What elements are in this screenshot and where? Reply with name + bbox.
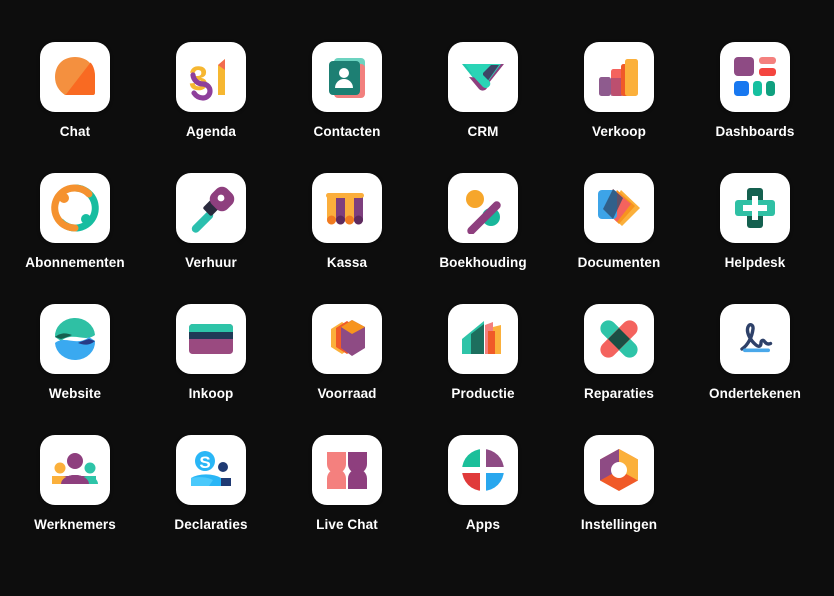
app-label-kassa: Kassa	[326, 255, 368, 270]
app-item-inkoop[interactable]: Inkoop	[143, 304, 279, 435]
sign-signature-icon[interactable]	[720, 304, 790, 374]
app-item-contacten[interactable]: Contacten	[279, 42, 415, 173]
app-label-dashboards: Dashboards	[715, 124, 795, 139]
app-label-abonnementen: Abonnementen	[25, 255, 125, 270]
app-item-abonnementen[interactable]: Abonnementen	[7, 173, 143, 304]
website-icon[interactable]	[40, 304, 110, 374]
app-item-ondertekenen[interactable]: Ondertekenen	[687, 304, 823, 435]
app-label-declaraties: Declaraties	[174, 517, 248, 532]
app-label-boekhouding: Boekhouding	[439, 255, 527, 270]
chat-icon[interactable]	[40, 42, 110, 112]
app-label-instellingen: Instellingen	[580, 517, 658, 532]
app-item-dashboards[interactable]: Dashboards	[687, 42, 823, 173]
app-item-apps[interactable]: Apps	[415, 435, 551, 566]
svg-text:S: S	[199, 453, 210, 472]
apps-circle-icon[interactable]	[448, 435, 518, 505]
app-label-productie: Productie	[451, 386, 515, 401]
app-item-kassa[interactable]: Kassa	[279, 173, 415, 304]
app-item-werknemers[interactable]: Werknemers	[7, 435, 143, 566]
app-item-instellingen[interactable]: Instellingen	[551, 435, 687, 566]
app-label-apps: Apps	[465, 517, 501, 532]
app-item-website[interactable]: Website	[7, 304, 143, 435]
purchase-card-icon[interactable]	[176, 304, 246, 374]
manufacturing-icon[interactable]	[448, 304, 518, 374]
app-label-live-chat: Live Chat	[316, 517, 378, 532]
app-label-helpdesk: Helpdesk	[724, 255, 786, 270]
app-label-website: Website	[48, 386, 102, 401]
app-item-verkoop[interactable]: Verkoop	[551, 42, 687, 173]
app-item-chat[interactable]: Chat	[7, 42, 143, 173]
app-label-contacten: Contacten	[313, 124, 381, 139]
app-label-documenten: Documenten	[577, 255, 661, 270]
app-label-chat: Chat	[59, 124, 91, 139]
app-item-voorraad[interactable]: Voorraad	[279, 304, 415, 435]
employees-icon[interactable]	[40, 435, 110, 505]
app-item-agenda[interactable]: 3 Agenda	[143, 42, 279, 173]
app-item-productie[interactable]: Productie	[415, 304, 551, 435]
rental-key-icon[interactable]	[176, 173, 246, 243]
live-chat-icon[interactable]	[312, 435, 382, 505]
documents-icon[interactable]	[584, 173, 654, 243]
apps-grid-container: Chat 3 Agenda Contacten CRM Verkoop Dash…	[0, 0, 834, 596]
app-label-ondertekenen: Ondertekenen	[709, 386, 801, 401]
app-item-reparaties[interactable]: Reparaties	[551, 304, 687, 435]
app-item-verhuur[interactable]: Verhuur	[143, 173, 279, 304]
sales-bars-icon[interactable]	[584, 42, 654, 112]
app-label-reparaties: Reparaties	[583, 386, 655, 401]
app-item-declaraties[interactable]: S Declaraties	[143, 435, 279, 566]
inventory-box-icon[interactable]	[312, 304, 382, 374]
app-label-crm: CRM	[467, 124, 499, 139]
accounting-icon[interactable]	[448, 173, 518, 243]
subscriptions-icon[interactable]	[40, 173, 110, 243]
repairs-cross-icon[interactable]	[584, 304, 654, 374]
app-item-boekhouding[interactable]: Boekhouding	[415, 173, 551, 304]
expenses-icon[interactable]: S	[176, 435, 246, 505]
app-label-inkoop: Inkoop	[188, 386, 234, 401]
app-item-crm[interactable]: CRM	[415, 42, 551, 173]
app-item-documenten[interactable]: Documenten	[551, 173, 687, 304]
app-label-werknemers: Werknemers	[34, 517, 116, 532]
helpdesk-cross-icon[interactable]	[720, 173, 790, 243]
app-label-verkoop: Verkoop	[592, 124, 646, 139]
contacts-icon[interactable]	[312, 42, 382, 112]
calendar-31-icon[interactable]: 3	[176, 42, 246, 112]
apps-grid: Chat 3 Agenda Contacten CRM Verkoop Dash…	[0, 0, 834, 566]
settings-gear-icon[interactable]	[584, 435, 654, 505]
app-label-voorraad: Voorraad	[317, 386, 377, 401]
dashboards-icon[interactable]	[720, 42, 790, 112]
app-item-live-chat[interactable]: Live Chat	[279, 435, 415, 566]
app-label-verhuur: Verhuur	[185, 255, 237, 270]
app-label-agenda: Agenda	[185, 124, 237, 139]
pos-awning-icon[interactable]	[312, 173, 382, 243]
crm-handshake-icon[interactable]	[448, 42, 518, 112]
app-item-helpdesk[interactable]: Helpdesk	[687, 173, 823, 304]
